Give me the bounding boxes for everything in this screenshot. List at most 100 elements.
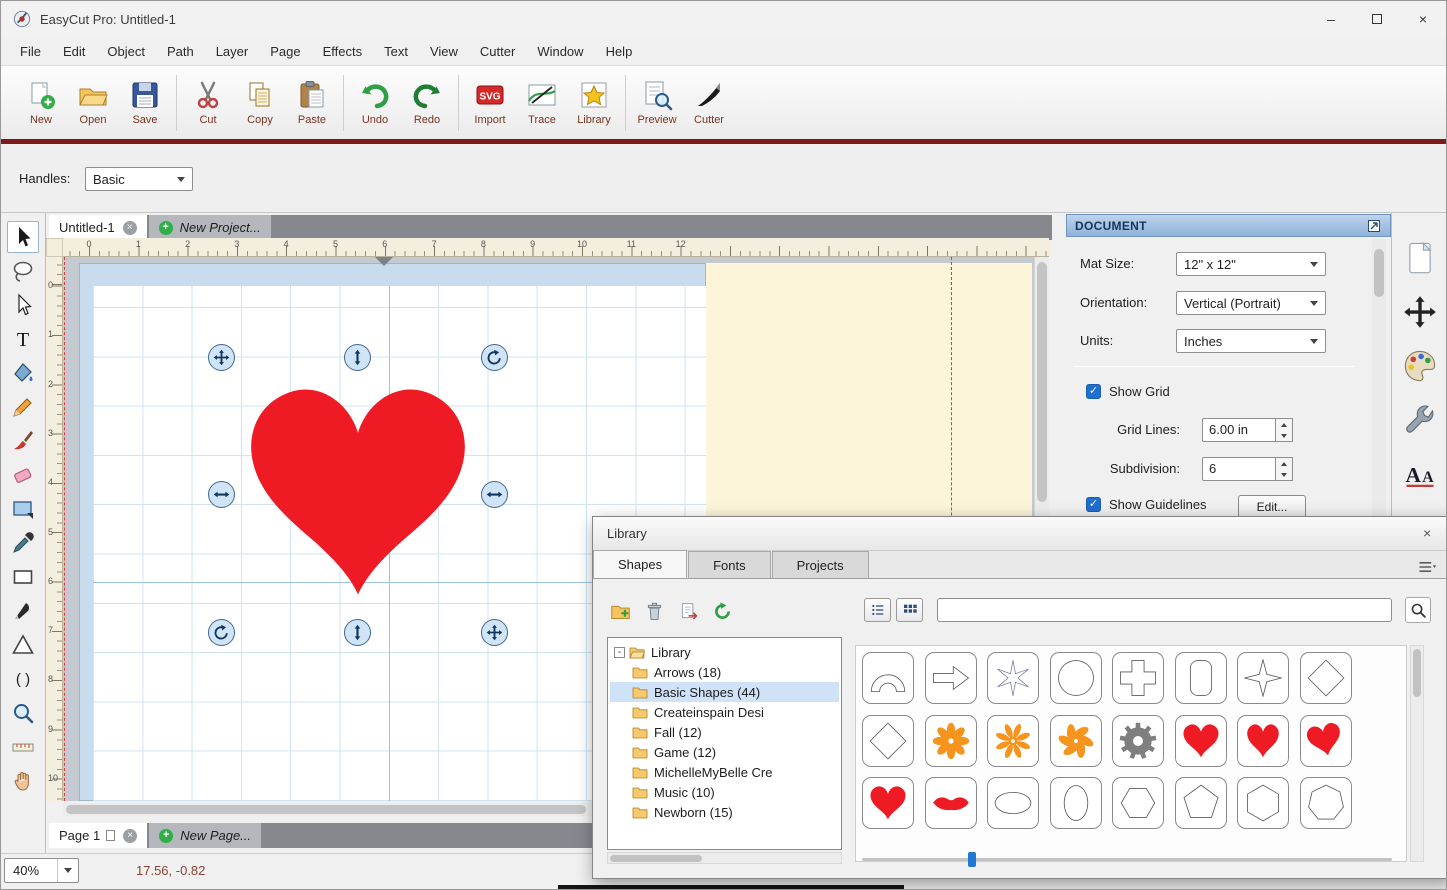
spin-down-icon[interactable] [1276,469,1292,480]
shapes-tool[interactable] [7,493,39,525]
eyedropper-tool[interactable] [7,527,39,559]
knife-tool[interactable] [7,595,39,627]
copy-button[interactable]: Copy [234,71,286,135]
menu-cutter[interactable]: Cutter [469,37,526,65]
tab-untitled-1[interactable]: Untitled-1 × [49,215,147,240]
slider-thumb[interactable] [968,852,976,867]
delete-folder-button[interactable] [641,598,667,624]
guideline-vertical-left[interactable] [64,257,65,801]
scrollbar-thumb[interactable] [66,805,586,814]
text-tool[interactable]: T [7,323,39,355]
menu-effects[interactable]: Effects [312,37,374,65]
undo-button[interactable]: Undo [349,71,401,135]
add-folder-button[interactable] [607,598,633,624]
tree-scrollbar[interactable] [607,852,842,864]
shape-pentagon[interactable] [1174,777,1227,829]
shape-flower-3[interactable] [1049,714,1102,767]
tree-item-fall-12[interactable]: Fall (12) [610,722,839,742]
tab-fonts[interactable]: Fonts [688,551,771,578]
tree-item-music-10[interactable]: Music (10) [610,782,839,802]
shape-flower-1[interactable] [924,714,977,767]
import-button[interactable]: SVG Import [464,71,516,135]
shape-lips[interactable] [924,777,977,829]
mat-size-select[interactable]: 12" x 12" [1176,252,1326,276]
orientation-select[interactable]: Vertical (Portrait) [1176,291,1326,315]
shape-circle[interactable] [1049,652,1102,704]
spin-up-icon[interactable] [1276,419,1292,430]
shape-asterisk[interactable] [987,652,1039,704]
fonts-panel-button[interactable]: AA [1398,451,1442,497]
collapse-icon[interactable]: - [614,646,625,658]
pencil-tool[interactable] [7,391,39,423]
search-button[interactable] [1405,597,1431,623]
handle-scale-right[interactable] [481,481,508,508]
tab-page-1[interactable]: Page 1 × [49,823,148,848]
minimize-button[interactable]: – [1308,1,1354,37]
shape-flower-2[interactable] [987,714,1039,767]
fill-tool[interactable] [7,357,39,389]
redo-button[interactable]: Redo [401,71,453,135]
scrollbar-thumb[interactable] [610,855,702,862]
close-tab-icon[interactable]: × [122,220,137,235]
shape-select-tool[interactable] [7,255,39,287]
zoom-select[interactable]: 40% [4,858,79,883]
handle-scale-bottom[interactable] [344,619,371,646]
menu-help[interactable]: Help [595,37,644,65]
scrollbar-thumb[interactable] [1037,262,1047,502]
measure-tool[interactable] [7,731,39,763]
subdivision-input[interactable]: 6 [1202,457,1276,481]
shape-heart-1[interactable] [1174,714,1227,767]
shape-arch[interactable] [862,652,914,704]
shape-heptagon[interactable] [1299,777,1352,829]
pan-tool[interactable] [7,765,39,797]
document-panel-button[interactable] [1398,235,1442,281]
library-titlebar[interactable]: Library × [593,517,1446,551]
export-button[interactable] [675,598,701,624]
list-view-button[interactable] [864,598,891,622]
cut-button[interactable]: Cut [182,71,234,135]
polygon-tool[interactable] [7,629,39,661]
cutter-button[interactable]: Cutter [683,71,735,135]
spin-down-icon[interactable] [1276,430,1292,441]
grid-view-button[interactable] [896,598,923,622]
new-button[interactable]: New [15,71,67,135]
menu-text[interactable]: Text [373,37,419,65]
handle-scale-top[interactable] [344,344,371,371]
menu-window[interactable]: Window [526,37,594,65]
eraser-tool[interactable] [7,459,39,491]
menu-layer[interactable]: Layer [205,37,260,65]
shape-oval[interactable] [1049,777,1102,829]
tab-projects[interactable]: Projects [771,551,869,578]
shape-arrow-right[interactable] [924,652,977,704]
shape-rounded-hexagon[interactable] [1112,777,1164,829]
shapes-scrollbar[interactable] [1410,645,1424,862]
handle-move-bottom-right[interactable] [481,619,508,646]
thumbnail-size-slider[interactable] [862,851,1392,867]
tree-item-game-12[interactable]: Game (12) [610,742,839,762]
close-page-icon[interactable]: × [123,828,138,843]
brush-tool[interactable] [7,425,39,457]
tree-root-library[interactable]: - Library [610,642,839,662]
open-button[interactable]: Open [67,71,119,135]
tab-new-page[interactable]: + New Page... [149,823,262,848]
scrollbar-thumb[interactable] [1374,249,1384,297]
paste-button[interactable]: Paste [286,71,338,135]
tree-item-newborn-15[interactable]: Newborn (15) [610,802,839,822]
menu-view[interactable]: View [419,37,469,65]
library-close-icon[interactable]: × [1417,524,1437,544]
rectangle-tool[interactable] [7,561,39,593]
menu-path[interactable]: Path [156,37,205,65]
shape-diamond-2[interactable] [862,714,914,767]
tools-panel-button[interactable] [1398,397,1442,443]
tree-item-michellemybelle-cre[interactable]: MichelleMyBelle Cre [610,762,839,782]
handle-scale-left[interactable] [208,481,235,508]
show-grid-checkbox[interactable]: ✓ [1086,384,1101,399]
handle-rotate-bottom-left[interactable] [208,619,235,646]
library-button[interactable]: Library [568,71,620,135]
tree-item-basic-shapes-44[interactable]: Basic Shapes (44) [610,682,839,702]
tab-shapes[interactable]: Shapes [593,550,688,578]
shape-gear[interactable] [1112,714,1164,767]
save-button[interactable]: Save [119,71,171,135]
tree-item-arrows-18[interactable]: Arrows (18) [610,662,839,682]
shape-rounded-rectangle[interactable] [1174,652,1227,704]
